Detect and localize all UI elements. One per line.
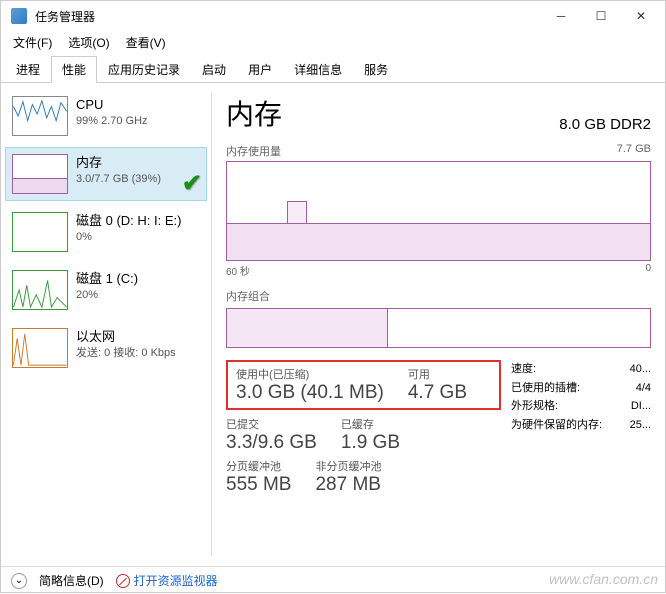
paged-label: 分页缓冲池 [226, 458, 291, 474]
sidebar-item-memory[interactable]: 内存 3.0/7.7 GB (39%) ✔ [5, 147, 207, 201]
committed-label: 已提交 [226, 416, 317, 432]
highlight-box: 使用中(已压缩) 3.0 GB (40.1 MB) 可用 4.7 GB [226, 360, 501, 410]
menu-view[interactable]: 查看(V) [120, 32, 172, 53]
slots-value: 4/4 [636, 379, 651, 398]
cpu-sub: 99% 2.70 GHz [76, 114, 148, 129]
disk1-label: 磁盘 1 (C:) [76, 270, 138, 288]
page-title: 内存 [226, 93, 282, 133]
available-label: 可用 [408, 366, 467, 382]
cpu-label: CPU [76, 96, 148, 114]
tab-users[interactable]: 用户 [237, 56, 283, 83]
sidebar-item-disk1[interactable]: 磁盘 1 (C:) 20% [5, 263, 207, 317]
chevron-down-icon[interactable]: ⌄ [11, 573, 27, 589]
memory-label: 内存 [76, 154, 161, 172]
tab-processes[interactable]: 进程 [5, 56, 51, 83]
sidebar: CPU 99% 2.70 GHz 内存 3.0/7.7 GB (39%) ✔ 磁… [1, 83, 211, 566]
cached-value: 1.9 GB [341, 432, 400, 454]
paged-value: 555 MB [226, 474, 291, 496]
reserved-label: 为硬件保留的内存: [511, 416, 602, 435]
available-value: 4.7 GB [408, 382, 467, 404]
axis-left: 60 秒 [226, 263, 250, 278]
disk0-sub: 0% [76, 230, 181, 245]
memory-composition-graph[interactable] [226, 308, 651, 348]
ethernet-thumbnail [12, 328, 68, 368]
slots-label: 已使用的插槽: [511, 379, 580, 398]
title-bar: 任务管理器 ─ ☐ ✕ [1, 1, 665, 31]
memory-sub: 3.0/7.7 GB (39%) [76, 172, 161, 187]
memory-total: 8.0 GB DDR2 [559, 116, 651, 133]
app-icon [11, 8, 27, 24]
usage-max: 7.7 GB [617, 143, 651, 159]
tab-bar: 进程 性能 应用历史记录 启动 用户 详细信息 服务 [1, 55, 665, 83]
committed-value: 3.3/9.6 GB [226, 432, 317, 454]
cpu-thumbnail [12, 96, 68, 136]
ethernet-sub: 发送: 0 接收: 0 Kbps [76, 346, 176, 361]
minimize-button[interactable]: ─ [541, 2, 581, 30]
tab-performance[interactable]: 性能 [51, 56, 97, 83]
main-panel: 内存 8.0 GB DDR2 内存使用量 7.7 GB 60 秒 0 内存组合 … [212, 83, 665, 566]
window-title: 任务管理器 [35, 8, 541, 25]
axis-right: 0 [645, 263, 651, 278]
menu-bar: 文件(F) 选项(O) 查看(V) [1, 31, 665, 53]
tab-app-history[interactable]: 应用历史记录 [97, 56, 191, 83]
disk1-thumbnail [12, 270, 68, 310]
resource-monitor-label: 打开资源监视器 [134, 572, 218, 589]
nonpaged-value: 287 MB [315, 474, 381, 496]
nonpaged-label: 非分页缓冲池 [315, 458, 381, 474]
forbid-icon [116, 574, 130, 588]
tab-details[interactable]: 详细信息 [283, 56, 353, 83]
disk0-label: 磁盘 0 (D: H: I: E:) [76, 212, 181, 230]
sidebar-item-disk0[interactable]: 磁盘 0 (D: H: I: E:) 0% [5, 205, 207, 259]
sidebar-item-cpu[interactable]: CPU 99% 2.70 GHz [5, 89, 207, 143]
usage-label: 内存使用量 [226, 143, 281, 159]
disk1-sub: 20% [76, 288, 138, 303]
menu-options[interactable]: 选项(O) [62, 32, 115, 53]
ethernet-label: 以太网 [76, 328, 176, 346]
tab-services[interactable]: 服务 [353, 56, 399, 83]
composition-label: 内存组合 [226, 288, 270, 304]
watermark: www.cfan.com.cn [549, 571, 658, 587]
form-label: 外形规格: [511, 397, 558, 416]
memory-usage-graph[interactable] [226, 161, 651, 261]
sidebar-item-ethernet[interactable]: 以太网 发送: 0 接收: 0 Kbps [5, 321, 207, 375]
memory-thumbnail [12, 154, 68, 194]
maximize-button[interactable]: ☐ [581, 2, 621, 30]
tab-startup[interactable]: 启动 [191, 56, 237, 83]
in-use-label: 使用中(已压缩) [236, 366, 384, 382]
checkmark-icon: ✔ [182, 169, 202, 198]
speed-value: 40... [630, 360, 651, 379]
speed-label: 速度: [511, 360, 536, 379]
disk0-thumbnail [12, 212, 68, 252]
close-button[interactable]: ✕ [621, 2, 661, 30]
fewer-details-link[interactable]: 简略信息(D) [39, 572, 104, 589]
menu-file[interactable]: 文件(F) [7, 32, 58, 53]
in-use-value: 3.0 GB (40.1 MB) [236, 382, 384, 404]
form-value: DI... [631, 397, 651, 416]
reserved-value: 25... [630, 416, 651, 435]
cached-label: 已缓存 [341, 416, 400, 432]
resource-monitor-link[interactable]: 打开资源监视器 [116, 572, 218, 589]
